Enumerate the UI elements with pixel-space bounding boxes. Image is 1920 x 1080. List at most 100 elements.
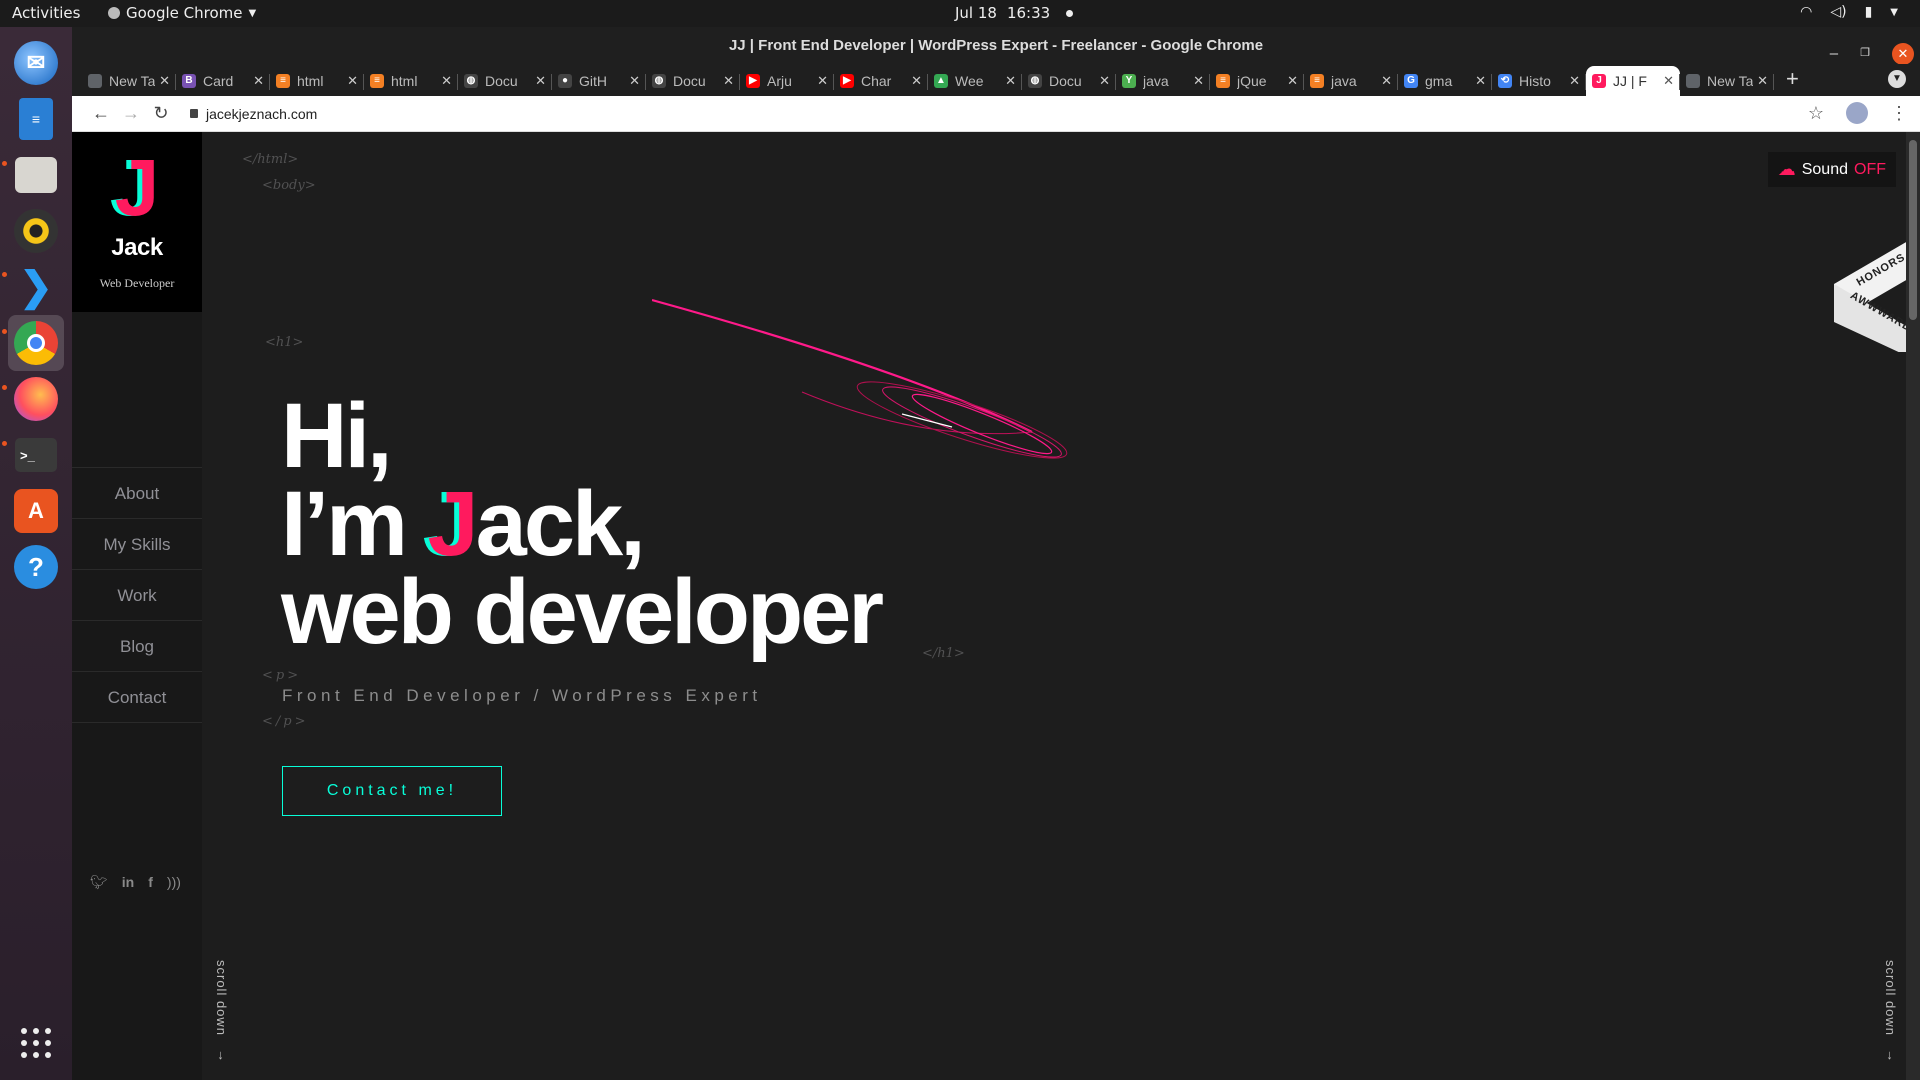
tab-title: gma <box>1425 73 1453 89</box>
nav-about[interactable]: About <box>72 468 202 519</box>
tab-10[interactable]: ◍ Docu ✕ <box>1022 66 1116 96</box>
tab-close-icon[interactable]: ✕ <box>535 73 546 89</box>
nav-work[interactable]: Work <box>72 570 202 621</box>
clock[interactable]: Jul 18 16:33 <box>955 4 1074 22</box>
tab-15[interactable]: ⟲ Histo ✕ <box>1492 66 1586 96</box>
terminal-icon: >_ <box>15 438 57 472</box>
tab-title: jQue <box>1237 73 1267 89</box>
code-tag-body: <body> <box>262 178 316 193</box>
tab-9[interactable]: ▲ Wee ✕ <box>928 66 1022 96</box>
nav-blog[interactable]: Blog <box>72 621 202 672</box>
dock-firefox[interactable] <box>8 371 64 427</box>
tab-close-icon[interactable]: ✕ <box>1193 73 1204 89</box>
tab-favicon-icon: ≡ <box>1216 74 1230 88</box>
page-scrollbar[interactable] <box>1906 132 1920 1080</box>
tab-12[interactable]: ≡ jQue ✕ <box>1210 66 1304 96</box>
tab-close-icon[interactable]: ✕ <box>629 73 640 89</box>
scroll-down-left[interactable]: scroll down ↓ <box>214 960 229 1062</box>
tab-title: java <box>1143 73 1169 89</box>
contact-me-button[interactable]: Contact me! <box>282 766 502 816</box>
tab-7[interactable]: ▶ Arju ✕ <box>740 66 834 96</box>
back-icon[interactable]: ← <box>86 103 116 124</box>
dock-rhythmbox[interactable] <box>8 203 64 259</box>
forward-icon[interactable]: → <box>116 103 146 124</box>
soundcloud-icon: ☁ <box>1777 159 1796 179</box>
running-indicator <box>2 329 7 334</box>
tab-close-icon[interactable]: ✕ <box>911 73 922 89</box>
tab-close-icon[interactable]: ✕ <box>159 73 170 89</box>
facebook-icon[interactable]: f <box>148 874 153 891</box>
tab-close-icon[interactable]: ✕ <box>1475 73 1486 89</box>
tab-close-icon[interactable]: ✕ <box>1757 73 1768 89</box>
notification-dot <box>1066 9 1074 17</box>
tab-13[interactable]: ≡ java ✕ <box>1304 66 1398 96</box>
bookmark-star-icon[interactable]: ☆ <box>1808 103 1824 124</box>
close-icon[interactable]: ✕ <box>1892 42 1914 65</box>
tab-close-icon[interactable]: ✕ <box>1569 73 1580 89</box>
tab-close-icon[interactable]: ✕ <box>1005 73 1016 89</box>
logo-name: Jack <box>111 234 163 261</box>
tab-4[interactable]: ◍ Docu ✕ <box>458 66 552 96</box>
tab-3[interactable]: ≡ html ✕ <box>364 66 458 96</box>
address-bar[interactable]: jacekjeznach.com <box>190 106 317 122</box>
scroll-down-right[interactable]: scroll down ↓ <box>1883 960 1898 1062</box>
rss-icon[interactable]: ))) <box>167 874 181 891</box>
dock-files[interactable] <box>8 147 64 203</box>
date-label: Jul 18 <box>955 4 997 22</box>
tab-0[interactable]: New Tab✕ <box>82 66 176 96</box>
tab-close-icon[interactable]: ✕ <box>1663 73 1674 89</box>
tab-5[interactable]: ● GitH ✕ <box>552 66 646 96</box>
tab-8[interactable]: ▶ Char ✕ <box>834 66 928 96</box>
profile-avatar[interactable] <box>1846 102 1868 124</box>
libreoffice-writer-icon: ≡ <box>19 98 53 140</box>
sound-toggle[interactable]: ☁ Sound OFF <box>1767 152 1896 187</box>
scroll-down-label: scroll down <box>214 960 229 1037</box>
tab-close-icon[interactable]: ✕ <box>1381 73 1392 89</box>
new-tab-icon[interactable]: + <box>1786 64 1799 96</box>
chrome-icon <box>14 321 58 365</box>
tab-16[interactable]: J JJ | F ✕ <box>1586 66 1680 96</box>
dock-vscode[interactable]: ❯ <box>8 259 64 315</box>
tab-14[interactable]: Ggma ✕ <box>1398 66 1492 96</box>
tab-close-icon[interactable]: ✕ <box>1287 73 1298 89</box>
tab-favicon-icon: ≡ <box>370 74 384 88</box>
tab-favicon-icon: ⟲ <box>1498 74 1512 88</box>
dock-help[interactable]: ? <box>8 539 64 595</box>
menu-kebab-icon[interactable]: ⋮ <box>1890 103 1908 124</box>
reload-icon[interactable]: ↻ <box>146 103 176 124</box>
tab-close-icon[interactable]: ✕ <box>723 73 734 89</box>
linkedin-icon[interactable]: in <box>122 874 134 891</box>
tab-2[interactable]: ≡ html ✕ <box>270 66 364 96</box>
dock-chrome[interactable] <box>8 315 64 371</box>
tab-close-icon[interactable]: ✕ <box>253 73 264 89</box>
dock-writer[interactable]: ≡ <box>8 91 64 147</box>
system-tray[interactable]: ◠ ◁) ▮ ▼ <box>1800 4 1898 20</box>
app-menu[interactable]: Google Chrome ▼ <box>108 4 256 22</box>
nav-my-skills[interactable]: My Skills <box>72 519 202 570</box>
tab-close-icon[interactable]: ✕ <box>817 73 828 89</box>
tab-11[interactable]: Yjava ✕ <box>1116 66 1210 96</box>
tab-favicon-icon <box>88 74 102 88</box>
tab-close-icon[interactable]: ✕ <box>1099 73 1110 89</box>
site-logo[interactable]: J Jack Web Developer <box>72 132 202 312</box>
tab-1[interactable]: B Card ✕ <box>176 66 270 96</box>
tab-title: html <box>297 73 324 89</box>
scrollbar-thumb[interactable] <box>1909 140 1917 320</box>
nav-contact[interactable]: Contact <box>72 672 202 723</box>
tab-close-icon[interactable]: ✕ <box>347 73 358 89</box>
tab-17[interactable]: New Tab✕ <box>1680 66 1774 96</box>
help-icon: ? <box>14 545 58 589</box>
tab-search-icon[interactable]: ▼ <box>1888 70 1906 88</box>
activities-button[interactable]: Activities <box>12 4 80 22</box>
dock-show-apps[interactable] <box>8 1015 64 1071</box>
dock-terminal[interactable]: >_ <box>8 427 64 483</box>
code-tag-p-open: <p> <box>262 668 302 683</box>
dock-software[interactable]: A <box>8 483 64 539</box>
tab-close-icon[interactable]: ✕ <box>441 73 452 89</box>
logo-letter: J <box>114 143 160 232</box>
arrow-down-icon: ↓ <box>217 1047 225 1062</box>
dock-thunderbird[interactable]: ✉ <box>8 35 64 91</box>
twitter-icon[interactable]: 🐦︎ <box>90 874 108 891</box>
window-titlebar[interactable]: JJ | Front End Developer | WordPress Exp… <box>72 27 1920 65</box>
tab-6[interactable]: ◍ Docu ✕ <box>646 66 740 96</box>
